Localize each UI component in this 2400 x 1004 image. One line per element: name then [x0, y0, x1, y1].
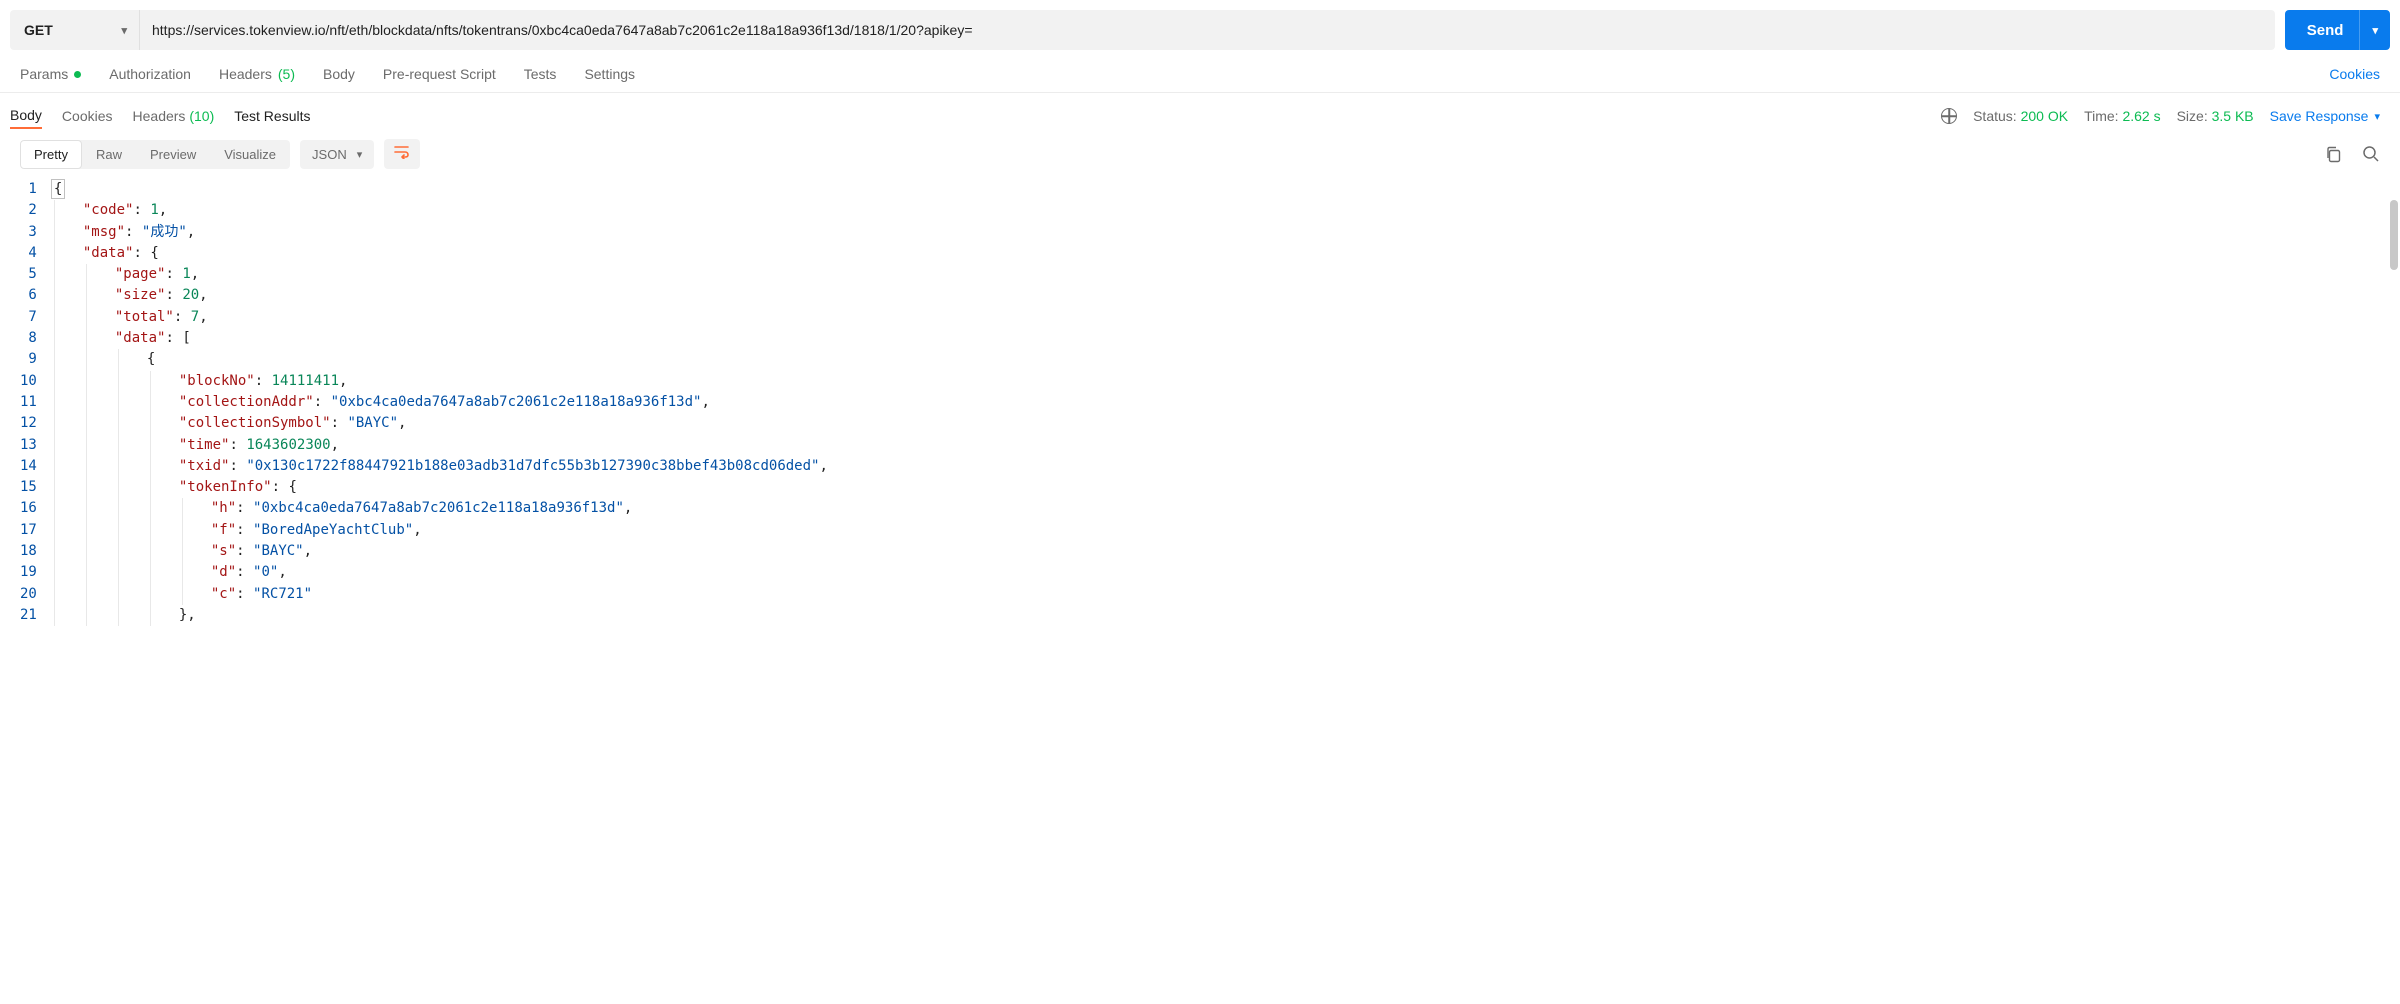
chevron-down-icon[interactable]: ▾: [2359, 10, 2390, 50]
code-line: "collectionSymbol": "BAYC",: [51, 413, 2400, 434]
chevron-down-icon: ▾: [121, 24, 127, 37]
view-raw-button[interactable]: Raw: [82, 140, 136, 169]
tab-settings[interactable]: Settings: [584, 66, 635, 82]
response-body-code[interactable]: 123456789101112131415161718192021 {"code…: [0, 175, 2400, 636]
tab-authorization[interactable]: Authorization: [109, 66, 191, 82]
url-input[interactable]: [140, 10, 2275, 50]
code-line: "f": "BoredApeYachtClub",: [51, 520, 2400, 541]
code-line: "code": 1,: [51, 200, 2400, 221]
size-block: Size: 3.5 KB: [2177, 108, 2254, 124]
status-block: Status: 200 OK: [1973, 108, 2068, 124]
code-line: "d": "0",: [51, 562, 2400, 583]
send-button-label: Send: [2307, 22, 2360, 39]
wrap-icon: [394, 145, 410, 159]
code-line: {: [51, 179, 2400, 200]
code-line: "total": 7,: [51, 307, 2400, 328]
chevron-down-icon: ▾: [2374, 110, 2380, 123]
search-button[interactable]: [2362, 145, 2380, 163]
code-line: "s": "BAYC",: [51, 541, 2400, 562]
view-pretty-button[interactable]: Pretty: [20, 140, 82, 169]
code-line: "data": {: [51, 243, 2400, 264]
code-line: "msg": "成功",: [51, 222, 2400, 243]
code-line: "page": 1,: [51, 264, 2400, 285]
code-content: {"code": 1,"msg": "成功","data": {"page": …: [51, 179, 2400, 626]
code-line: "tokenInfo": {: [51, 477, 2400, 498]
request-bar: GET ▾ Send ▾: [0, 0, 2400, 60]
code-line: "data": [: [51, 328, 2400, 349]
format-select[interactable]: JSON ▾: [300, 140, 374, 169]
tab-prerequest-script[interactable]: Pre-request Script: [383, 66, 496, 82]
globe-icon[interactable]: [1941, 108, 1957, 124]
cookies-link[interactable]: Cookies: [2329, 66, 2380, 82]
code-line: "size": 20,: [51, 285, 2400, 306]
dot-indicator-icon: [74, 71, 81, 78]
response-tabs: Body Cookies Headers (10) Test Results S…: [0, 93, 2400, 129]
code-line: "h": "0xbc4ca0eda7647a8ab7c2061c2e118a18…: [51, 498, 2400, 519]
code-line: "txid": "0x130c1722f88447921b188e03adb31…: [51, 456, 2400, 477]
resp-tab-body[interactable]: Body: [10, 103, 42, 129]
code-line: "time": 1643602300,: [51, 435, 2400, 456]
tab-params[interactable]: Params: [20, 66, 81, 82]
code-line: },: [51, 605, 2400, 626]
tab-tests[interactable]: Tests: [524, 66, 557, 82]
resp-tab-headers[interactable]: Headers (10): [133, 104, 215, 128]
request-config-tabs: Params Authorization Headers (5) Body Pr…: [0, 60, 2400, 93]
chevron-down-icon: ▾: [357, 148, 363, 161]
view-visualize-button[interactable]: Visualize: [210, 140, 290, 169]
view-preview-button[interactable]: Preview: [136, 140, 210, 169]
code-line: {: [51, 349, 2400, 370]
code-line: "collectionAddr": "0xbc4ca0eda7647a8ab7c…: [51, 392, 2400, 413]
view-mode-segment: Pretty Raw Preview Visualize: [20, 140, 290, 169]
http-method-label: GET: [24, 22, 53, 38]
view-toolbar: Pretty Raw Preview Visualize JSON ▾: [0, 129, 2400, 175]
tab-body[interactable]: Body: [323, 66, 355, 82]
save-response-button[interactable]: Save Response ▾: [2270, 108, 2380, 124]
time-block: Time: 2.62 s: [2084, 108, 2161, 124]
scrollbar-thumb[interactable]: [2390, 200, 2398, 270]
copy-button[interactable]: [2325, 146, 2342, 163]
send-button[interactable]: Send ▾: [2285, 10, 2390, 50]
wrap-lines-button[interactable]: [384, 139, 420, 169]
copy-icon: [2325, 146, 2342, 163]
tab-headers[interactable]: Headers (5): [219, 66, 295, 82]
line-number-gutter: 123456789101112131415161718192021: [0, 179, 51, 626]
http-method-select[interactable]: GET ▾: [10, 10, 140, 50]
code-line: "blockNo": 14111411,: [51, 371, 2400, 392]
resp-tab-cookies[interactable]: Cookies: [62, 104, 113, 128]
code-line: "c": "RC721": [51, 584, 2400, 605]
search-icon: [2362, 145, 2380, 163]
resp-tab-test-results[interactable]: Test Results: [234, 104, 310, 128]
